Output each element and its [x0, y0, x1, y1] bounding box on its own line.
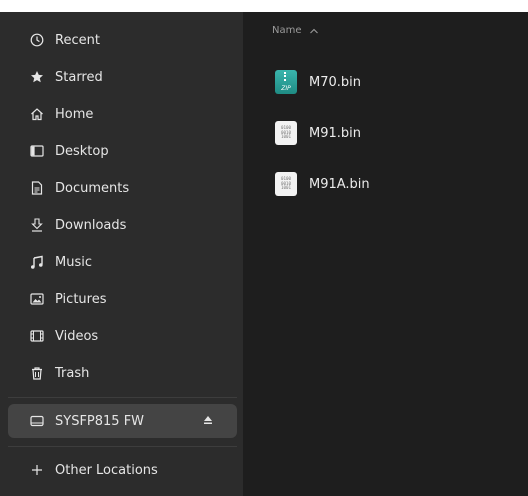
sidebar-item-label: Home [55, 106, 94, 122]
sidebar-item-label: Desktop [55, 143, 109, 159]
file-item[interactable]: 0100 0010 1001 M91.bin [275, 120, 361, 146]
sidebar-item-label: Other Locations [55, 462, 158, 478]
file-item[interactable]: ZIP M70.bin [275, 69, 361, 95]
binary-icon-label: 0100 0010 1001 [280, 176, 292, 191]
sidebar-item-desktop[interactable]: Desktop [8, 134, 237, 168]
zip-icon-label: ZIP [281, 85, 291, 92]
picture-icon [29, 291, 45, 307]
sidebar-item-label: Pictures [55, 291, 107, 307]
sidebar-divider [8, 397, 237, 398]
sidebar-item-downloads[interactable]: Downloads [8, 208, 237, 242]
sidebar-item-home[interactable]: Home [8, 97, 237, 131]
file-manager-window: Recent Starred Home Desktop Documents Do… [0, 12, 528, 496]
sidebar-item-trash[interactable]: Trash [8, 356, 237, 390]
sidebar-item-label: Recent [55, 32, 100, 48]
sidebar-item-device[interactable]: SYSFP815 FW [8, 404, 237, 438]
binary-file-icon: 0100 0010 1001 [275, 172, 297, 196]
chevron-up-icon [309, 27, 319, 35]
zip-file-icon: ZIP [275, 70, 297, 94]
clock-icon [29, 32, 45, 48]
sidebar-item-label: Downloads [55, 217, 127, 233]
sidebar-item-label: Music [55, 254, 92, 270]
binary-file-icon: 0100 0010 1001 [275, 121, 297, 145]
sidebar-item-videos[interactable]: Videos [8, 319, 237, 353]
sidebar-item-music[interactable]: Music [8, 245, 237, 279]
trash-icon [29, 365, 45, 381]
sidebar-item-label: Trash [55, 365, 90, 381]
column-header-name[interactable]: Name [272, 25, 319, 36]
video-icon [29, 328, 45, 344]
sidebar-item-starred[interactable]: Starred [8, 60, 237, 94]
file-name: M91A.bin [309, 176, 370, 192]
sidebar-item-recent[interactable]: Recent [8, 23, 237, 57]
document-icon [29, 180, 45, 196]
sidebar-item-documents[interactable]: Documents [8, 171, 237, 205]
sidebar: Recent Starred Home Desktop Documents Do… [0, 12, 243, 496]
column-header-label: Name [272, 25, 302, 36]
music-icon [29, 254, 45, 270]
file-name: M91.bin [309, 125, 361, 141]
file-list-pane: Name ZIP M70.bin 0100 0010 1001 M91.bin … [243, 12, 528, 496]
sidebar-item-other-locations[interactable]: Other Locations [8, 453, 237, 487]
drive-icon [29, 413, 45, 429]
sidebar-item-label: Documents [55, 180, 130, 196]
sidebar-item-pictures[interactable]: Pictures [8, 282, 237, 316]
sidebar-item-label: SYSFP815 FW [55, 413, 145, 429]
sidebar-item-label: Starred [55, 69, 103, 85]
sidebar-item-label: Videos [55, 328, 99, 344]
sidebar-divider [8, 446, 237, 447]
plus-icon [29, 462, 45, 478]
download-icon [29, 217, 45, 233]
desktop-icon [29, 143, 45, 159]
eject-icon[interactable] [201, 413, 215, 427]
file-name: M70.bin [309, 74, 361, 90]
star-icon [29, 69, 45, 85]
file-item[interactable]: 0100 0010 1001 M91A.bin [275, 171, 370, 197]
home-icon [29, 106, 45, 122]
binary-icon-label: 0100 0010 1001 [280, 125, 292, 140]
